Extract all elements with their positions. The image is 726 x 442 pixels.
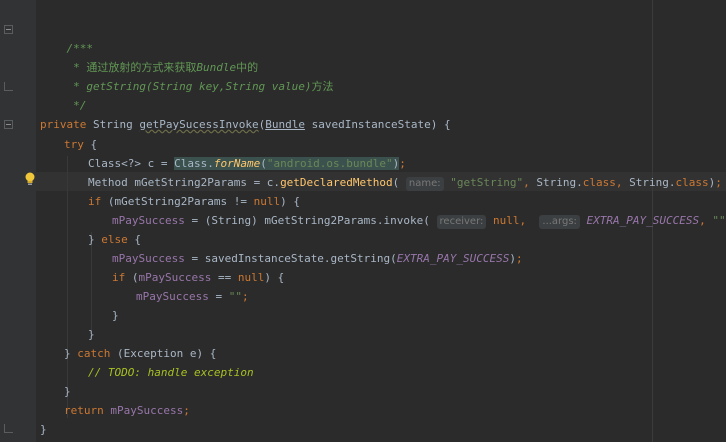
keyword: catch xyxy=(77,347,111,360)
keyword: null xyxy=(253,195,281,208)
code-line: } xyxy=(112,309,119,322)
keyword: private xyxy=(40,118,87,131)
string-literal: "" xyxy=(228,290,242,303)
keyword: try xyxy=(64,138,84,151)
fold-end-marker-icon[interactable] xyxy=(4,424,13,433)
method-call[interactable]: forName xyxy=(214,157,260,170)
code-line: if (mGetString2Params != null) { xyxy=(88,195,300,208)
field-reference[interactable]: mPaySuccess xyxy=(112,252,185,265)
constant-reference[interactable]: EXTRA_PAY_SUCCESS xyxy=(587,214,700,227)
code-text: Class<?> c = xyxy=(88,157,175,170)
code-line: * getString(String key,String value)方法 xyxy=(40,58,333,93)
indent-guide xyxy=(67,156,68,418)
lightbulb-icon[interactable] xyxy=(24,172,36,186)
code-line: mPaySuccess = savedInstanceState.getStri… xyxy=(112,252,523,265)
keyword: if xyxy=(88,195,102,208)
code-editor[interactable]: /*** * 通过放射的方式来获取Bundle中的 * getString(St… xyxy=(36,0,726,442)
string-literal: "" xyxy=(712,214,726,227)
keyword: else xyxy=(101,233,128,246)
method-call[interactable]: getDeclaredMethod xyxy=(280,176,393,189)
field-reference[interactable]: mPaySuccess xyxy=(112,214,185,227)
string-literal: "getString" xyxy=(450,176,524,189)
todo-comment: // TODO: handle exception xyxy=(88,366,254,379)
code-text: Method mGetString2Params = c. xyxy=(88,176,281,189)
constant-reference[interactable]: EXTRA_PAY_SUCCESS xyxy=(397,252,510,265)
parameter-name: savedInstanceState xyxy=(311,118,431,131)
code-text: ( xyxy=(131,271,139,284)
keyword: class xyxy=(675,176,709,189)
code-line: } catch (Exception e) { xyxy=(64,347,217,360)
code-line: Class<?> c = Class.forName("android.os.b… xyxy=(88,157,406,170)
doc-comment: */ xyxy=(66,99,87,112)
parameter-hint: name: xyxy=(405,177,444,191)
code-line: } xyxy=(64,385,71,398)
doc-comment: getString(String key,String value) xyxy=(86,80,312,93)
keyword: null xyxy=(237,271,265,284)
method-name[interactable]: getPaySucessInvoke xyxy=(139,118,258,131)
class-reference[interactable]: Class xyxy=(174,157,207,170)
code-line: } xyxy=(40,423,47,436)
code-text: (Exception e) { xyxy=(117,347,217,360)
editor-gutter xyxy=(0,0,36,442)
code-line: */ xyxy=(40,77,86,112)
type-name[interactable]: Bundle xyxy=(265,118,305,131)
field-reference[interactable]: mPaySuccess xyxy=(110,404,183,417)
doc-comment: 方法 xyxy=(311,80,334,93)
parameter-hint: receiver: xyxy=(436,215,487,229)
parameter-hint: ...args: xyxy=(539,215,580,229)
keyword: class xyxy=(582,176,616,189)
code-line: private String getPaySucessInvoke(Bundle… xyxy=(40,118,451,131)
fold-marker-icon[interactable] xyxy=(4,25,13,34)
code-line: try { xyxy=(64,138,98,151)
fold-end-marker-icon[interactable] xyxy=(4,82,13,91)
field-reference[interactable]: mPaySuccess xyxy=(136,290,209,303)
string-literal: "android.os.bundle" xyxy=(266,157,393,170)
code-line: } xyxy=(88,328,95,341)
code-line: } else { xyxy=(88,233,141,246)
code-line: mPaySuccess = (String) mGetString2Params… xyxy=(112,214,726,229)
keyword: null xyxy=(493,214,520,227)
code-text: (mGetString2Params != xyxy=(107,195,254,208)
code-text: = (String) mGetString2Params.invoke( xyxy=(184,214,430,227)
type-name: String xyxy=(92,118,133,131)
code-line: mPaySuccess = ""; xyxy=(136,290,249,303)
code-line: return mPaySuccess; xyxy=(64,404,190,417)
code-text: == xyxy=(211,271,238,284)
code-line: Method mGetString2Params = c.getDeclared… xyxy=(88,176,722,191)
fold-marker-icon[interactable] xyxy=(4,120,13,129)
code-line: if (mPaySuccess == null) { xyxy=(112,271,285,284)
code-line: /*** xyxy=(40,20,94,55)
keyword: return xyxy=(64,404,104,417)
keyword: if xyxy=(112,271,126,284)
code-line: // TODO: handle exception xyxy=(88,363,254,382)
field-reference[interactable]: mPaySuccess xyxy=(139,271,212,284)
code-text: = savedInstanceState.getString( xyxy=(184,252,397,265)
type-name: String xyxy=(536,176,577,189)
code-line: * 通过放射的方式来获取Bundle中的 xyxy=(40,39,258,74)
type-name: String xyxy=(629,176,669,189)
